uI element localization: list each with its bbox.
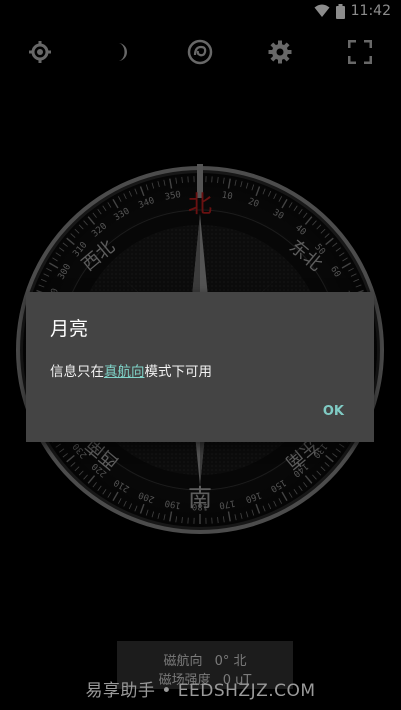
ok-button[interactable]: OK bbox=[323, 404, 344, 419]
dialog-message-suffix: 模式下可用 bbox=[144, 364, 213, 380]
heading-value: 0° 北 bbox=[214, 654, 247, 669]
watermark: 易享助手 • EEDSHZJZ.COM bbox=[85, 681, 316, 701]
true-heading-link[interactable]: 真航向 bbox=[104, 364, 145, 380]
dialog-title: 月亮 bbox=[50, 318, 89, 340]
heading-label: 磁航向 bbox=[163, 654, 203, 669]
screen: 11:42 10 20 30 40 50 60 130 140 150 160 … bbox=[0, 0, 401, 710]
dialog-message-prefix: 信息只在 bbox=[50, 364, 104, 380]
heading-row: 磁航向 0° 北 bbox=[117, 650, 293, 669]
dialog-message: 信息只在真航向模式下可用 bbox=[50, 360, 212, 380]
moon-dialog: 月亮 信息只在真航向模式下可用 OK bbox=[26, 292, 374, 442]
